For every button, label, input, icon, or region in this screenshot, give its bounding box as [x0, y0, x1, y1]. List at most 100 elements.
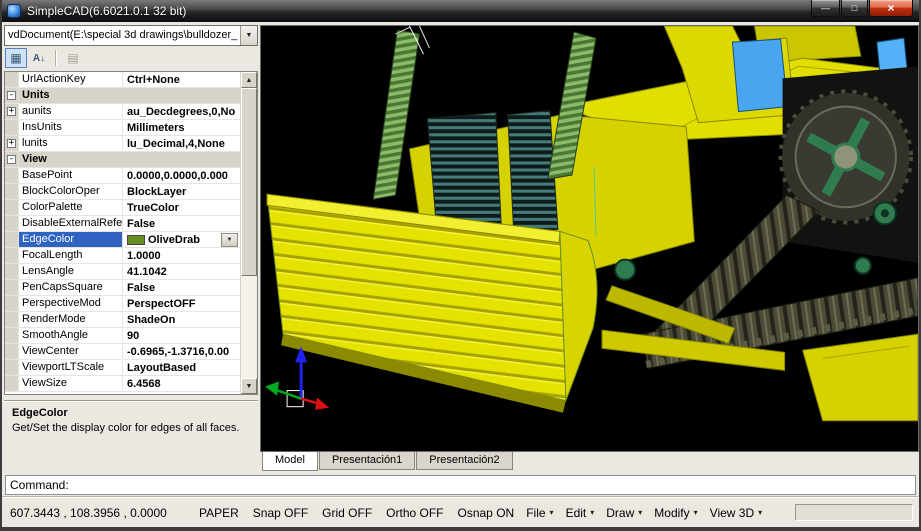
property-row[interactable]: PenCapsSquare False	[5, 280, 240, 296]
property-pages-button[interactable]: ▤	[62, 48, 84, 68]
osnap-toggle[interactable]: Osnap ON	[458, 506, 515, 520]
property-value[interactable]: -0.6965,-1.3716,0.00	[123, 344, 240, 359]
collapse-icon[interactable]: -	[7, 91, 16, 100]
tab-presentacion2[interactable]: Presentación2	[416, 452, 512, 470]
row-margin	[5, 120, 19, 135]
property-value[interactable]: False	[123, 280, 240, 295]
property-value[interactable]: Ctrl+None	[123, 72, 240, 87]
property-value[interactable]: 1.0000	[123, 248, 240, 263]
property-row[interactable]: InsUnits Millimeters	[5, 120, 240, 136]
property-row[interactable]: ViewSize 6.4568	[5, 376, 240, 392]
row-margin	[5, 168, 19, 183]
tab-presentacion1[interactable]: Presentación1	[319, 452, 415, 470]
category-row-units[interactable]: - Units	[5, 88, 240, 104]
scrollbar-thumb[interactable]	[241, 88, 257, 276]
status-progress-area	[795, 504, 913, 521]
expand-icon[interactable]: +	[7, 139, 16, 148]
ortho-toggle[interactable]: Ortho OFF	[386, 506, 443, 520]
categorized-view-button[interactable]: ▦	[5, 48, 27, 68]
menu-modify[interactable]: Modify ▾	[654, 506, 697, 520]
property-row[interactable]: PerspectiveMod PerspectOFF	[5, 296, 240, 312]
property-value[interactable]: TrueColor	[123, 200, 240, 215]
property-value[interactable]: 0.0000,0.0000,0.000	[123, 168, 240, 183]
edgecolor-dropdown-button[interactable]: ▼	[221, 233, 238, 247]
property-value[interactable]: LayoutBased	[123, 360, 240, 375]
property-value[interactable]: au_Decdegrees,0,No	[123, 104, 240, 119]
property-name: ColorPalette	[19, 200, 123, 215]
property-row[interactable]: BasePoint 0.0000,0.0000,0.000	[5, 168, 240, 184]
property-row[interactable]: DisableExternalRefe False	[5, 216, 240, 232]
expand-icon[interactable]: +	[7, 107, 16, 116]
grid-scrollbar[interactable]: ▲ ▼	[240, 72, 257, 394]
property-value[interactable]: False	[123, 216, 240, 231]
row-margin: -	[5, 152, 19, 167]
property-row[interactable]: ViewportLTScale LayoutBased	[5, 360, 240, 376]
row-margin	[5, 184, 19, 199]
titlebar: SimpleCAD(6.6021.0.1 32 bit) — □ ×	[2, 0, 919, 22]
document-combobox[interactable]: vdDocument(E:\special 3d drawings\bulldo…	[4, 25, 258, 46]
window-title: SimpleCAD(6.6021.0.1 32 bit)	[27, 4, 186, 18]
property-value[interactable]: OliveDrab ▼	[123, 232, 240, 247]
minimize-button[interactable]: —	[811, 0, 840, 17]
property-row[interactable]: + aunits au_Decdegrees,0,No	[5, 104, 240, 120]
document-combobox-value: vdDocument(E:\special 3d drawings\bulldo…	[5, 26, 240, 45]
category-name: Units	[19, 88, 240, 103]
menu-view3d[interactable]: View 3D ▾	[710, 506, 762, 520]
property-name: DisableExternalRefe	[19, 216, 123, 231]
menu-edit-label: Edit	[566, 506, 587, 520]
row-margin: -	[5, 88, 19, 103]
main-area: vdDocument(E:\special 3d drawings\bulldo…	[2, 22, 919, 472]
tab-model[interactable]: Model	[262, 452, 318, 471]
menu-view3d-label: View 3D	[710, 506, 754, 520]
menu-draw-label: Draw	[606, 506, 634, 520]
row-margin	[5, 280, 19, 295]
chevron-down-icon[interactable]: ▼	[240, 26, 257, 45]
property-value[interactable]: ShadeOn	[123, 312, 240, 327]
property-value[interactable]: 90	[123, 328, 240, 343]
grid-toggle[interactable]: Grid OFF	[322, 506, 372, 520]
toolbar-separator	[55, 50, 57, 66]
category-row-view[interactable]: - View	[5, 152, 240, 168]
scroll-up-icon[interactable]: ▲	[241, 72, 257, 88]
property-row[interactable]: ColorPalette TrueColor	[5, 200, 240, 216]
property-value[interactable]: BlockLayer	[123, 184, 240, 199]
scroll-down-icon[interactable]: ▼	[241, 378, 257, 394]
property-name: aunits	[19, 104, 123, 119]
property-row[interactable]: BlockColorOper BlockLayer	[5, 184, 240, 200]
menu-draw[interactable]: Draw ▾	[606, 506, 642, 520]
property-row[interactable]: UrlActionKey Ctrl+None	[5, 72, 240, 88]
command-input[interactable]: Command:	[5, 475, 916, 495]
property-row[interactable]: LensAngle 41.1042	[5, 264, 240, 280]
close-button[interactable]: ×	[869, 0, 913, 17]
property-row[interactable]: ViewCenter -0.6965,-1.3716,0.00	[5, 344, 240, 360]
property-name: RenderMode	[19, 312, 123, 327]
menu-modify-label: Modify	[654, 506, 689, 520]
property-row-edgecolor-selected[interactable]: EdgeColor OliveDrab ▼	[5, 232, 240, 248]
property-value[interactable]: 6.4568	[123, 376, 240, 391]
property-value[interactable]: PerspectOFF	[123, 296, 240, 311]
app-window: SimpleCAD(6.6021.0.1 32 bit) — □ × vdDoc…	[0, 0, 921, 531]
menu-file[interactable]: File ▾	[526, 506, 553, 520]
description-text: Get/Set the display color for edges of a…	[12, 422, 250, 434]
row-margin	[5, 72, 19, 87]
maximize-button[interactable]: □	[841, 0, 868, 17]
snap-toggle[interactable]: Snap OFF	[253, 506, 308, 520]
chevron-down-icon: ▾	[638, 508, 642, 517]
color-swatch	[127, 235, 145, 245]
property-row[interactable]: FocalLength 1.0000	[5, 248, 240, 264]
alphabetical-sort-button[interactable]: A↓	[28, 48, 50, 68]
property-value[interactable]: 41.1042	[123, 264, 240, 279]
property-name: PerspectiveMod	[19, 296, 123, 311]
menu-edit[interactable]: Edit ▾	[566, 506, 595, 520]
paper-toggle[interactable]: PAPER	[199, 506, 239, 520]
property-row[interactable]: + lunits lu_Decimal,4,None	[5, 136, 240, 152]
row-margin	[5, 328, 19, 343]
model-viewport[interactable]	[260, 25, 919, 452]
property-name: ViewportLTScale	[19, 360, 123, 375]
collapse-icon[interactable]: -	[7, 155, 16, 164]
property-value[interactable]: Millimeters	[123, 120, 240, 135]
property-row[interactable]: SmoothAngle 90	[5, 328, 240, 344]
property-row[interactable]: RenderMode ShadeOn	[5, 312, 240, 328]
property-value[interactable]: lu_Decimal,4,None	[123, 136, 240, 151]
row-margin	[5, 296, 19, 311]
